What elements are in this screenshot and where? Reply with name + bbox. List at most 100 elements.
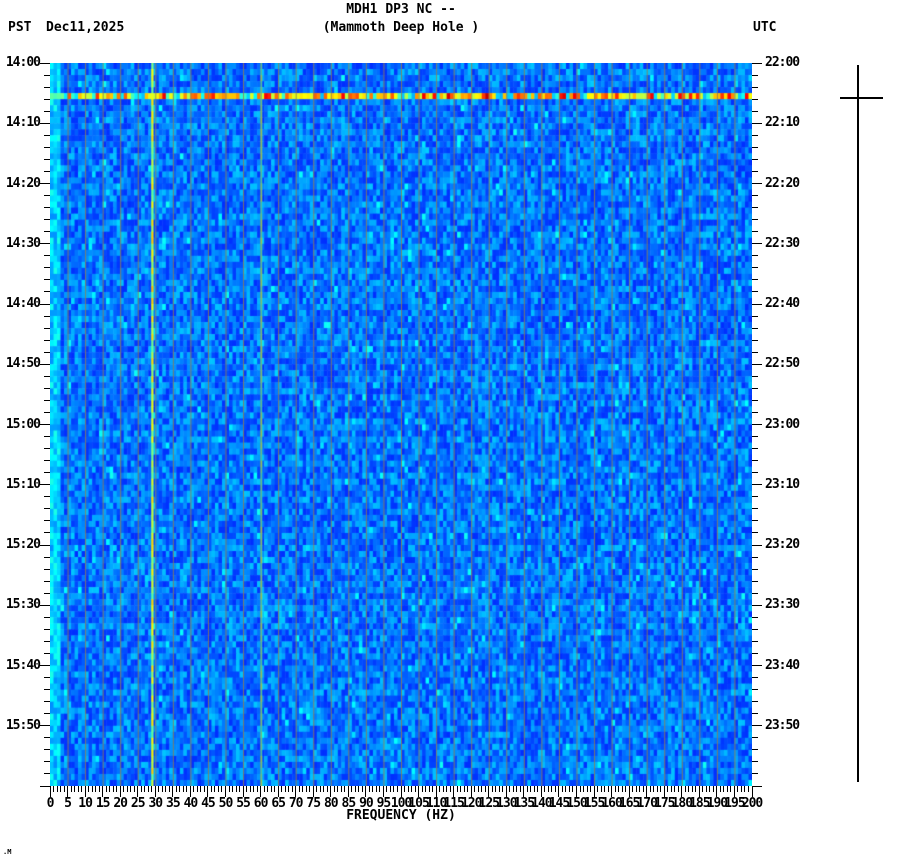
x-tick — [674, 786, 676, 792]
x-tick — [165, 786, 167, 792]
y-tick-right — [752, 291, 758, 293]
x-tick — [414, 786, 416, 792]
y-tick-right — [752, 424, 762, 425]
y-tick-right — [752, 110, 758, 112]
y-tick-right — [752, 303, 762, 305]
x-tick — [712, 786, 714, 792]
x-tick — [337, 786, 339, 792]
seismogram-trace-spike — [840, 97, 883, 99]
x-tick — [484, 786, 486, 792]
y-tick-left — [44, 496, 50, 498]
x-tick — [123, 786, 125, 792]
y-tick-left — [44, 628, 50, 630]
x-tick — [214, 786, 216, 792]
y-tick-left — [44, 387, 50, 389]
x-tick — [684, 786, 686, 792]
x-tick — [98, 786, 100, 792]
y-tick-right — [752, 351, 758, 353]
y-tick-right — [752, 761, 758, 763]
x-tick — [537, 786, 539, 792]
x-tick — [583, 786, 585, 792]
y-tick-right — [752, 315, 758, 317]
y-tick-left — [44, 520, 50, 522]
x-tick — [196, 786, 198, 792]
y-axis-label-utc: 23:00 — [765, 416, 800, 432]
y-tick-left — [44, 110, 50, 112]
x-tick — [568, 786, 570, 792]
y-tick-left — [44, 207, 50, 209]
y-axis-label-pst: 14:10 — [5, 115, 41, 131]
y-tick-right — [752, 677, 758, 679]
y-axis-label-pst: 14:40 — [5, 296, 41, 311]
spectrogram-plot — [50, 63, 752, 786]
x-tick — [168, 786, 170, 792]
y-tick-left — [44, 158, 50, 160]
y-tick-right — [752, 436, 758, 438]
y-tick-right — [752, 327, 758, 329]
x-tick — [467, 786, 469, 792]
x-tick — [267, 786, 269, 792]
y-tick-right — [752, 134, 758, 136]
y-tick-left — [44, 339, 50, 341]
x-tick — [705, 786, 707, 792]
x-tick — [439, 786, 441, 792]
x-tick — [60, 786, 62, 792]
x-tick — [477, 786, 479, 792]
x-tick — [551, 786, 553, 792]
y-tick-left — [40, 785, 50, 787]
x-tick — [182, 786, 184, 792]
y-tick-right — [752, 628, 758, 630]
x-tick — [116, 786, 118, 792]
y-tick-left — [44, 351, 50, 353]
x-tick — [502, 786, 504, 792]
x-tick — [81, 786, 83, 792]
x-tick — [53, 786, 54, 792]
x-tick — [354, 786, 356, 792]
x-tick — [340, 786, 342, 792]
x-tick — [425, 786, 427, 792]
x-tick — [263, 786, 265, 792]
y-tick-left — [44, 749, 50, 751]
y-tick-right — [752, 448, 758, 450]
x-tick — [298, 786, 300, 792]
y-tick-left — [44, 327, 50, 329]
y-tick-right — [752, 785, 762, 787]
y-tick-right — [752, 604, 762, 606]
x-tick — [460, 786, 462, 792]
x-axis-title: FREQUENCY (HZ) — [346, 808, 456, 823]
x-tick — [737, 786, 739, 792]
x-tick — [586, 786, 588, 792]
y-tick-left — [40, 484, 50, 486]
x-tick — [421, 786, 423, 792]
x-tick — [368, 786, 370, 792]
y-tick-right — [752, 484, 762, 486]
y-axis-label-utc: 23:40 — [765, 657, 800, 673]
x-tick — [653, 786, 655, 792]
y-tick-right — [752, 472, 758, 474]
y-tick-right — [752, 74, 758, 76]
x-tick — [291, 786, 293, 792]
x-tick — [274, 786, 276, 792]
y-tick-right — [752, 98, 758, 100]
y-tick-right — [752, 592, 758, 594]
x-tick — [140, 786, 142, 792]
x-tick — [649, 786, 651, 792]
x-tick — [151, 786, 153, 792]
page-subtitle: (Mammoth Deep Hole ) — [322, 20, 480, 35]
y-tick-left — [44, 375, 50, 377]
y-tick-left — [44, 701, 50, 703]
x-tick — [375, 786, 377, 792]
y-tick-right — [752, 689, 758, 691]
x-tick — [77, 786, 79, 792]
y-axis-label-utc: 23:20 — [765, 537, 800, 552]
y-tick-left — [40, 243, 50, 245]
x-tick — [744, 786, 746, 792]
x-tick — [554, 786, 556, 792]
x-tick — [407, 786, 409, 792]
x-tick — [509, 786, 511, 792]
y-tick-left — [44, 134, 50, 136]
x-tick — [270, 786, 272, 792]
x-tick — [217, 786, 219, 792]
y-axis-label-pst: 15:50 — [5, 717, 41, 733]
y-tick-right — [752, 568, 758, 570]
